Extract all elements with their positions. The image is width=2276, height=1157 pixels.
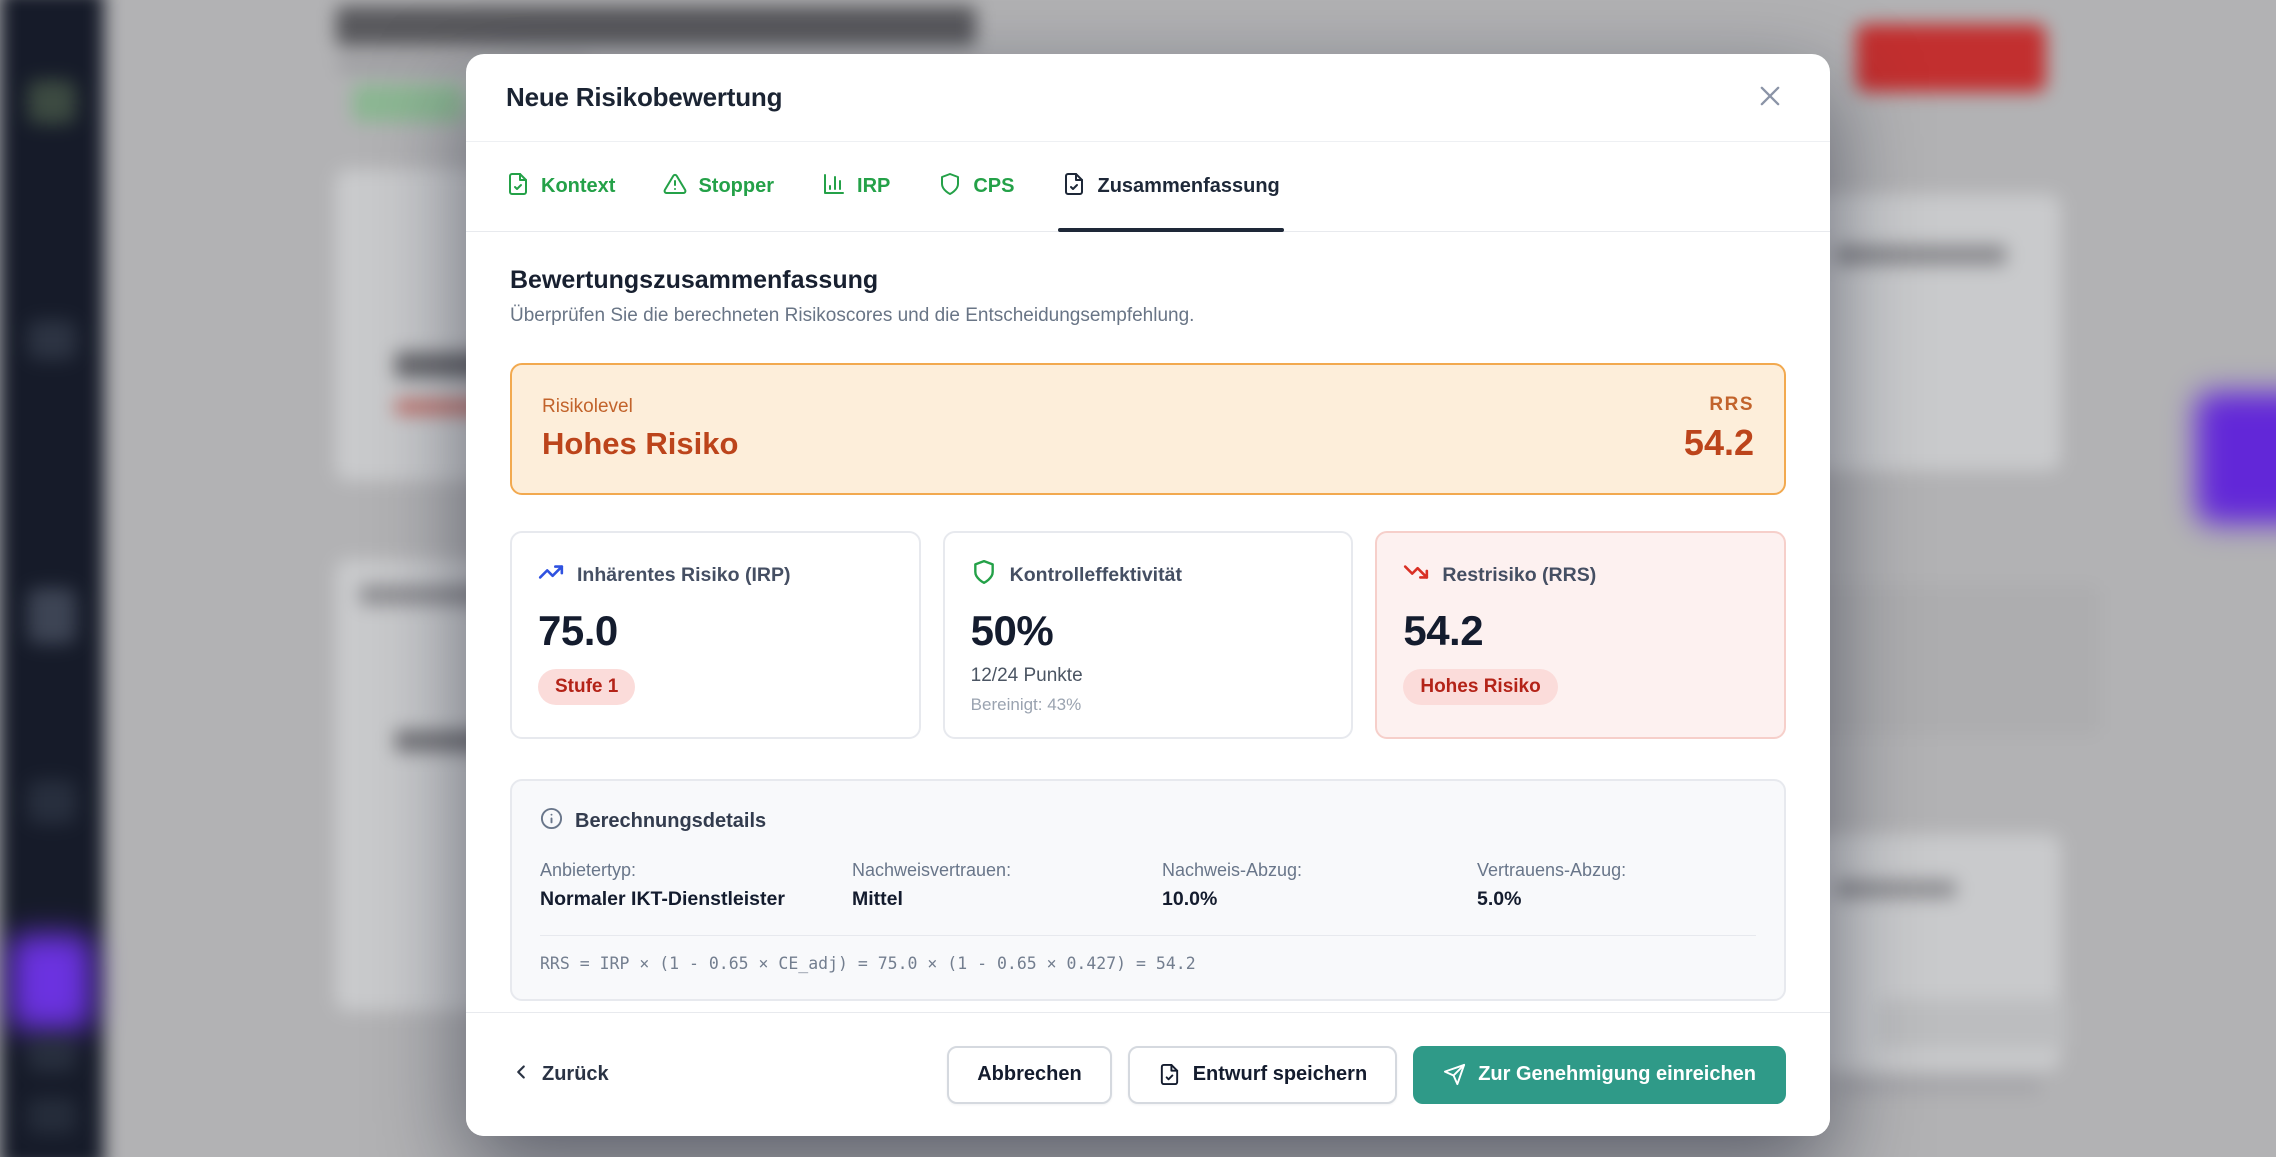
field-value: Normaler IKT-Dienstleister [540,888,852,911]
field-anbietertyp: Anbietertyp: Normaler IKT-Dienstleister [540,860,852,911]
dialog-header: Neue Risikobewertung [466,54,1830,142]
background-page-title-blob [336,6,976,46]
shield-icon [971,559,997,591]
background-button-blob [1876,998,2066,1050]
submit-for-approval-button[interactable]: Zur Genehmigung einreichen [1413,1046,1786,1104]
card-control-effectiveness: Kontrolleffektivität 50% 12/24 Punkte Be… [943,531,1354,739]
tab-label: Stopper [698,175,774,198]
tab-cps[interactable]: CPS [938,142,1014,231]
section-subheading: Überprüfen Sie die berechneten Risikosco… [510,305,1786,327]
field-nachweisvertrauen: Nachweisvertrauen: Mittel [852,860,1162,911]
card-title: Inhärentes Risiko (IRP) [577,564,790,587]
tab-label: Kontext [541,175,615,198]
rrs-formula: RRS = IRP × (1 - 0.65 × CE_adj) = 75.0 ×… [540,935,1756,973]
screen: Neue Risikobewertung Kontext Stopper [0,0,2276,1157]
details-title: Berechnungsdetails [575,810,766,833]
summary-step-content: Bewertungszusammenfassung Überprüfen Sie… [466,232,1830,1012]
risk-level-left: Risikolevel Hohes Risiko [542,396,738,462]
close-button[interactable] [1750,78,1790,118]
card-inherent-risk: Inhärentes Risiko (IRP) 75.0 Stufe 1 [510,531,921,739]
close-icon [1756,82,1784,113]
background-danger-button-blob [1856,24,2046,92]
card-value: 54.2 [1403,607,1758,655]
background-card [1800,195,2060,470]
dialog-title: Neue Risikobewertung [506,82,782,113]
field-value: 10.0% [1162,888,1477,911]
save-draft-label: Entwurf speichern [1193,1063,1367,1086]
file-check-icon [1158,1063,1181,1086]
background-status-badge-blob [352,84,464,122]
background-text-blob [1840,1078,2040,1094]
score-cards-row: Inhärentes Risiko (IRP) 75.0 Stufe 1 Kon… [510,531,1786,739]
card-value: 75.0 [538,607,893,655]
sidebar-icon-blob [28,588,76,644]
tab-label: CPS [973,175,1014,198]
risk-level-badge: Hohes Risiko [1403,669,1557,705]
field-value: 5.0% [1477,888,1756,911]
info-icon [540,807,563,836]
field-label: Vertrauens-Abzug: [1477,860,1756,881]
sidebar-icon-blob [28,1098,76,1134]
field-label: Nachweis-Abzug: [1162,860,1477,881]
risk-score-right: RRS 54.2 [1684,394,1754,464]
section-heading: Bewertungszusammenfassung [510,266,1786,295]
card-title: Kontrolleffektivität [1010,564,1182,587]
background-text-blob [1836,245,2006,265]
field-label: Nachweisvertrauen: [852,860,1162,881]
back-button[interactable]: Zurück [510,1061,609,1089]
dialog-tabs: Kontext Stopper IRP CPS [466,142,1830,232]
field-value: Mittel [852,888,1162,911]
adjusted-text: Bereinigt: 43% [971,695,1326,715]
risk-level-value: Hohes Risiko [542,426,738,462]
sidebar-icon-blob [28,1036,76,1072]
sidebar-icon-blob [28,780,76,824]
field-vertrauens-abzug: Vertrauens-Abzug: 5.0% [1477,860,1756,911]
card-residual-risk: Restrisiko (RRS) 54.2 Hohes Risiko [1375,531,1786,739]
cancel-label: Abbrechen [977,1063,1081,1086]
shield-icon [938,172,962,202]
tab-label: Zusammenfassung [1097,175,1279,198]
tab-zusammenfassung[interactable]: Zusammenfassung [1062,142,1279,231]
field-label: Anbietertyp: [540,860,852,881]
file-check-icon [1062,172,1086,202]
risk-score-label: RRS [1684,394,1754,416]
details-fields: Anbietertyp: Normaler IKT-Dienstleister … [540,860,1756,911]
risk-assessment-dialog: Neue Risikobewertung Kontext Stopper [466,54,1830,1136]
card-value: 50% [971,607,1326,655]
warning-triangle-icon [663,172,687,202]
sidebar-icon-blob [28,320,76,360]
cancel-button[interactable]: Abbrechen [947,1046,1111,1104]
tab-stopper[interactable]: Stopper [663,142,774,231]
risk-level-banner: Risikolevel Hohes Risiko RRS 54.2 [510,363,1786,495]
sidebar-logo-blob [28,80,76,124]
sidebar-nav-blurred [0,0,104,1157]
sidebar-active-item-purple-blob [10,934,92,1030]
card-title: Restrisiko (RRS) [1442,564,1596,587]
points-text: 12/24 Punkte [971,665,1326,687]
tab-kontext[interactable]: Kontext [506,142,615,231]
risk-level-label: Risikolevel [542,396,738,418]
back-label: Zurück [542,1063,609,1086]
tab-label: IRP [857,175,890,198]
trending-up-icon [538,559,564,591]
field-nachweis-abzug: Nachweis-Abzug: 10.0% [1162,860,1477,911]
background-section [1800,585,2100,735]
calculation-details-box: Berechnungsdetails Anbietertyp: Normaler… [510,779,1786,1001]
bar-chart-icon [822,172,846,202]
footer-actions: Abbrechen Entwurf speichern Zur Genehmig… [947,1046,1786,1104]
dialog-footer: Zurück Abbrechen Entwurf speichern Zur G… [466,1012,1830,1136]
background-purple-widget [2196,392,2276,524]
stage-badge: Stufe 1 [538,669,635,705]
send-icon [1443,1063,1466,1086]
file-check-icon [506,172,530,202]
tab-irp[interactable]: IRP [822,142,890,231]
submit-label: Zur Genehmigung einreichen [1478,1063,1756,1086]
chevron-left-icon [510,1061,532,1089]
background-text-blob [1836,880,1956,898]
risk-score-value: 54.2 [1684,422,1754,464]
trending-down-icon [1403,559,1429,591]
save-draft-button[interactable]: Entwurf speichern [1128,1046,1397,1104]
